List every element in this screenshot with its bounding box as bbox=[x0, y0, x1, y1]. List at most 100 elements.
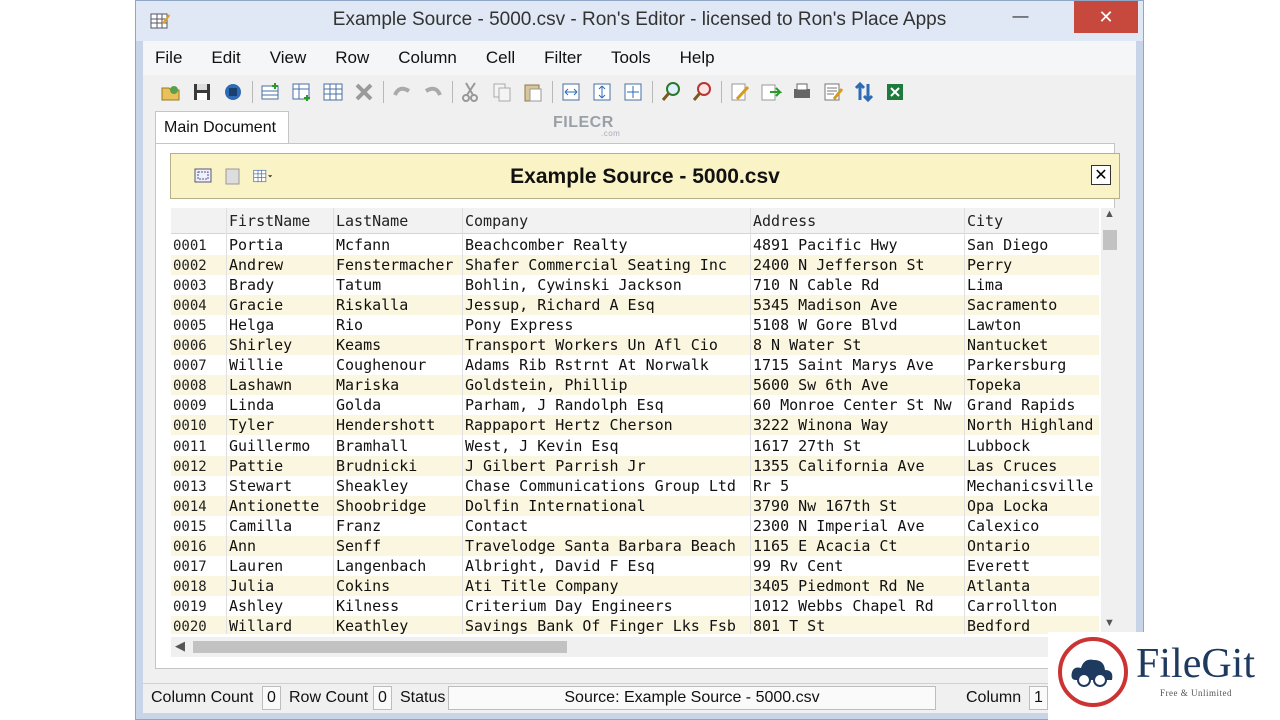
table-row[interactable]: 0013 Stewart Sheakley Chase Communications … bbox=[171, 476, 1099, 496]
table-cell[interactable]: Travelodge Santa Barbara Beach bbox=[465, 537, 749, 555]
fit-width-icon[interactable] bbox=[559, 80, 583, 104]
table-cell[interactable]: Stewart bbox=[229, 477, 333, 495]
table-row[interactable]: 0002 Andrew Fenstermacher Shafer Commercial… bbox=[171, 255, 1099, 276]
row-number[interactable]: 0007 bbox=[173, 358, 207, 374]
row-number[interactable]: 0004 bbox=[173, 298, 207, 314]
fit-rows-icon[interactable] bbox=[590, 80, 614, 104]
table-cell[interactable]: Parkersburg bbox=[967, 356, 1099, 374]
table-cell[interactable]: Adams Rib Rstrnt At Norwalk bbox=[465, 356, 749, 374]
menu-filter[interactable]: Filter bbox=[544, 48, 582, 68]
insert-row-icon[interactable] bbox=[259, 80, 283, 104]
table-cell[interactable]: Franz bbox=[336, 517, 462, 535]
column-header-city[interactable]: City bbox=[967, 212, 1003, 230]
save-all-icon[interactable] bbox=[221, 80, 245, 104]
table-cell[interactable]: 710 N Cable Rd bbox=[753, 276, 963, 294]
table-cell[interactable]: Lima bbox=[967, 276, 1099, 294]
row-number[interactable]: 0001 bbox=[173, 238, 207, 254]
table-cell[interactable]: 1715 Saint Marys Ave bbox=[753, 356, 963, 374]
table-cell[interactable]: Golda bbox=[336, 396, 462, 414]
table-cell[interactable]: Parham, J Randolph Esq bbox=[465, 396, 749, 414]
properties-icon[interactable] bbox=[821, 80, 845, 104]
table-cell[interactable]: Everett bbox=[967, 557, 1099, 575]
table-cell[interactable]: Lubbock bbox=[967, 437, 1099, 455]
horizontal-scrollbar[interactable]: ◀ bbox=[171, 637, 1099, 657]
table-cell[interactable]: Shoobridge bbox=[336, 497, 462, 515]
table-cell[interactable]: Goldstein, Phillip bbox=[465, 376, 749, 394]
table-cell[interactable]: Nantucket bbox=[967, 336, 1099, 354]
table-cell[interactable]: Grand Rapids bbox=[967, 396, 1099, 414]
table-cell[interactable]: Bramhall bbox=[336, 437, 462, 455]
table-cell[interactable]: Keams bbox=[336, 336, 462, 354]
table-cell[interactable]: 1012 Webbs Chapel Rd bbox=[753, 597, 963, 615]
table-cell[interactable]: Portia bbox=[229, 236, 333, 254]
table-cell[interactable]: Las Cruces bbox=[967, 457, 1099, 475]
table-cell[interactable]: Linda bbox=[229, 396, 333, 414]
table-cell[interactable]: 5600 Sw 6th Ave bbox=[753, 376, 963, 394]
table-cell[interactable]: Shafer Commercial Seating Inc bbox=[465, 256, 749, 274]
table-cell[interactable]: Andrew bbox=[229, 256, 333, 274]
table-cell[interactable]: Topeka bbox=[967, 376, 1099, 394]
insert-column-icon[interactable] bbox=[321, 80, 345, 104]
menu-help[interactable]: Help bbox=[680, 48, 715, 68]
menu-row[interactable]: Row bbox=[335, 48, 369, 68]
horizontal-scroll-thumb[interactable] bbox=[193, 641, 567, 653]
table-cell[interactable]: 801 T St bbox=[753, 617, 963, 634]
table-row[interactable]: 0015 Camilla Franz Contact 2300 N Imperial A… bbox=[171, 516, 1099, 536]
menu-cell[interactable]: Cell bbox=[486, 48, 515, 68]
table-cell[interactable]: Tatum bbox=[336, 276, 462, 294]
row-number[interactable]: 0015 bbox=[173, 519, 207, 535]
table-cell[interactable]: Mariska bbox=[336, 376, 462, 394]
table-cell[interactable]: Atlanta bbox=[967, 577, 1099, 595]
table-cell[interactable]: Tyler bbox=[229, 416, 333, 434]
table-cell[interactable]: Shirley bbox=[229, 336, 333, 354]
print-icon[interactable] bbox=[790, 80, 814, 104]
table-cell[interactable]: Contact bbox=[465, 517, 749, 535]
table-cell[interactable]: Willie bbox=[229, 356, 333, 374]
data-grid[interactable]: FirstName LastName Company Address City … bbox=[171, 208, 1099, 634]
table-row[interactable]: 0011 Guillermo Bramhall West, J Kevin Esq 16… bbox=[171, 436, 1099, 456]
table-cell[interactable]: 3405 Piedmont Rd Ne bbox=[753, 577, 963, 595]
table-cell[interactable]: Fenstermacher bbox=[336, 256, 462, 274]
zoom-out-icon[interactable] bbox=[690, 80, 714, 104]
row-number[interactable]: 0005 bbox=[173, 318, 207, 334]
table-cell[interactable]: Pattie bbox=[229, 457, 333, 475]
table-row[interactable]: 0004 Gracie Riskalla Jessup, Richard A Esq 5… bbox=[171, 295, 1099, 316]
tab-main-document[interactable]: Main Document bbox=[155, 111, 289, 143]
table-cell[interactable]: 8 N Water St bbox=[753, 336, 963, 354]
table-row[interactable]: 0003 Brady Tatum Bohlin, Cywinski Jackson 71… bbox=[171, 275, 1099, 295]
table-cell[interactable]: Carrollton bbox=[967, 597, 1099, 615]
row-number[interactable]: 0002 bbox=[173, 258, 207, 274]
table-cell[interactable]: 1165 E Acacia Ct bbox=[753, 537, 963, 555]
menu-view[interactable]: View bbox=[270, 48, 307, 68]
table-cell[interactable]: Gracie bbox=[229, 296, 333, 314]
table-cell[interactable]: Brudnicki bbox=[336, 457, 462, 475]
table-cell[interactable]: Jessup, Richard A Esq bbox=[465, 296, 749, 314]
row-number[interactable]: 0020 bbox=[173, 619, 207, 634]
table-cell[interactable]: 4891 Pacific Hwy bbox=[753, 236, 963, 254]
table-cell[interactable]: 1617 27th St bbox=[753, 437, 963, 455]
table-cell[interactable]: 60 Monroe Center St Nw bbox=[753, 396, 963, 414]
table-cell[interactable]: 5345 Madison Ave bbox=[753, 296, 963, 314]
table-cell[interactable]: Dolfin International bbox=[465, 497, 749, 515]
sort-icon[interactable] bbox=[852, 80, 876, 104]
table-cell[interactable]: Kilness bbox=[336, 597, 462, 615]
table-cell[interactable]: Camilla bbox=[229, 517, 333, 535]
row-number[interactable]: 0013 bbox=[173, 479, 207, 495]
table-cell[interactable]: Rr 5 bbox=[753, 477, 963, 495]
table-row[interactable]: 0005 Helga Rio Pony Express 5108 W Gore Blvd… bbox=[171, 315, 1099, 335]
table-row[interactable]: 0020 Willard Keathley Savings Bank Of Finge… bbox=[171, 615, 1099, 634]
row-number[interactable]: 0018 bbox=[173, 579, 207, 595]
table-cell[interactable]: 99 Rv Cent bbox=[753, 557, 963, 575]
table-row[interactable]: 0012 Pattie Brudnicki J Gilbert Parrish Jr 1… bbox=[171, 455, 1099, 476]
excel-icon[interactable] bbox=[883, 80, 907, 104]
table-cell[interactable]: Julia bbox=[229, 577, 333, 595]
table-cell[interactable]: West, J Kevin Esq bbox=[465, 437, 749, 455]
table-cell[interactable]: Willard bbox=[229, 617, 333, 634]
undo-icon[interactable] bbox=[390, 80, 414, 104]
table-cell[interactable]: Mcfann bbox=[336, 236, 462, 254]
table-cell[interactable]: Ann bbox=[229, 537, 333, 555]
cut-icon[interactable] bbox=[459, 80, 483, 104]
table-cell[interactable]: Langenbach bbox=[336, 557, 462, 575]
minimize-button[interactable]: — bbox=[998, 1, 1043, 33]
table-row[interactable]: 0008 Lashawn Mariska Goldstein, Phillip 5600… bbox=[171, 375, 1099, 396]
